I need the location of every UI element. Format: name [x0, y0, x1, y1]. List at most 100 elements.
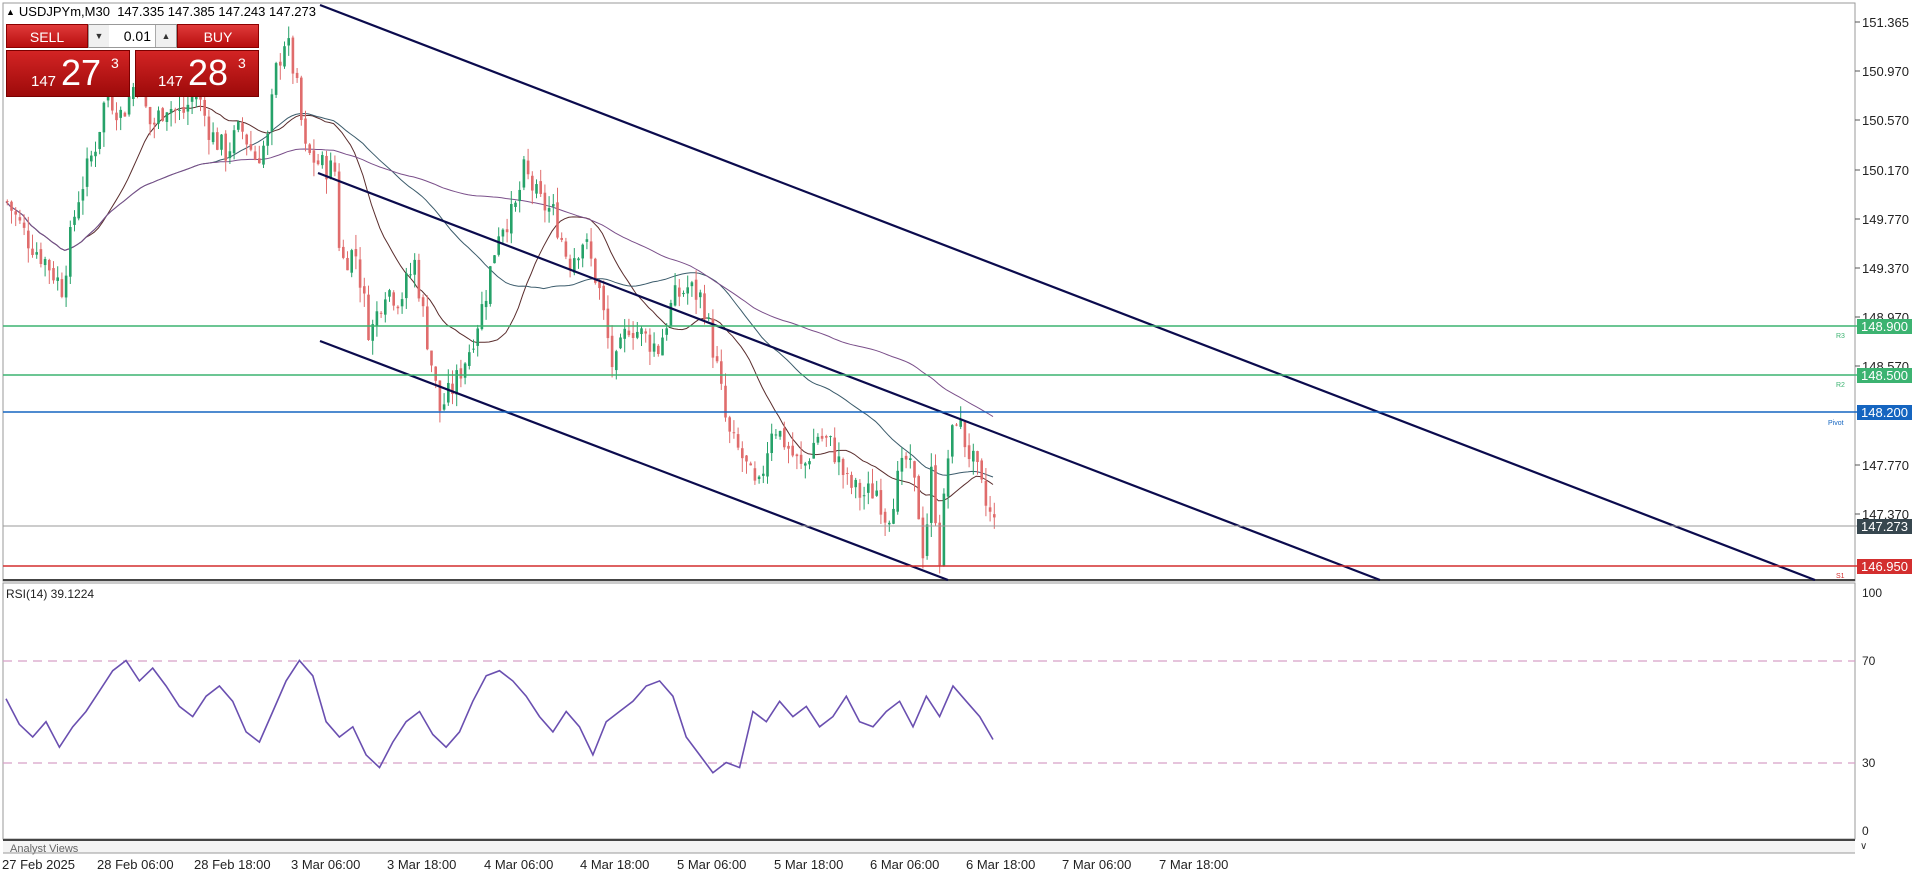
candle-body	[241, 123, 244, 132]
collapse-triangle-icon[interactable]: ▲	[6, 7, 15, 17]
x-tick: 6 Mar 18:00	[966, 857, 1035, 872]
candle-body	[652, 343, 656, 352]
candle-body	[300, 77, 303, 120]
candle-body	[203, 99, 206, 116]
candle-body	[405, 273, 408, 299]
candle-body	[703, 293, 706, 320]
candle-body	[186, 104, 190, 112]
time-axis[interactable]: 27 Feb 2025 28 Feb 06:00 28 Feb 18:00 3 …	[2, 852, 1855, 872]
symbol-header: ▲ USDJPYm,M30 147.335 147.385 147.243 147…	[6, 4, 316, 19]
ask-big-digits: 28	[188, 52, 229, 93]
candle-body	[938, 522, 941, 566]
candle-body	[253, 151, 257, 160]
candle-body	[337, 171, 341, 248]
candle-body	[379, 312, 383, 314]
candle-body	[993, 514, 996, 518]
candle-body	[367, 294, 370, 340]
candle-body	[984, 480, 988, 506]
moving-average-line	[5, 105, 994, 502]
candle-body	[350, 250, 353, 273]
candle-body	[342, 246, 345, 258]
candle-body	[329, 160, 332, 179]
candle-body	[35, 252, 38, 255]
price-axis[interactable]: 151.365 150.970 150.570 150.170 149.770 …	[1855, 15, 1909, 522]
candle-body	[501, 229, 505, 237]
candle-body	[678, 287, 681, 297]
candle-body	[434, 366, 437, 381]
candle-body	[522, 159, 526, 188]
candle-body	[921, 517, 925, 559]
rsi-line	[5, 659, 994, 774]
candle-body	[484, 300, 488, 308]
candle-body	[720, 361, 723, 384]
ask-price-button[interactable]: 147 28 3	[135, 50, 259, 97]
candle-body	[707, 317, 710, 319]
r2-label: R2	[1836, 382, 1845, 389]
candle-body	[321, 155, 324, 166]
candle-body	[875, 490, 878, 496]
lot-increase-icon[interactable]: ▲	[155, 25, 176, 47]
candle-body	[400, 299, 404, 307]
svg-text:70: 70	[1862, 654, 1876, 668]
candle-body	[766, 453, 769, 477]
candle-body	[623, 328, 626, 339]
candle-body	[552, 204, 555, 207]
candle-body	[190, 96, 194, 102]
candle-body	[10, 201, 13, 211]
candle-body	[539, 181, 542, 194]
candle-body	[207, 116, 211, 140]
rsi-axis: 100 70 30 0	[1862, 586, 1882, 838]
channel-upper-line[interactable]	[319, 3, 1816, 582]
x-tick: 28 Feb 18:00	[194, 857, 271, 872]
candle-body	[825, 436, 828, 438]
lot-size-control: ▼ ▲	[88, 24, 177, 48]
candle-body	[127, 96, 131, 115]
candle-body	[489, 266, 492, 304]
moving-average-line	[5, 148, 994, 418]
candle-body	[602, 285, 605, 311]
y-tick: 149.370	[1862, 261, 1909, 276]
candle-body	[98, 131, 101, 149]
candle-body	[833, 437, 836, 463]
candle-body	[972, 450, 975, 462]
channel-middle-line[interactable]	[317, 171, 1381, 582]
candle-body	[228, 151, 232, 159]
bid-big-digits: 27	[61, 52, 102, 93]
candle-body	[354, 249, 358, 257]
candle-body	[850, 474, 853, 488]
bid-price-button[interactable]: 147 27 3	[6, 50, 130, 97]
s1-label: S1	[1836, 573, 1845, 580]
lot-size-input[interactable]	[109, 25, 156, 47]
candle-body	[690, 282, 694, 287]
candle-body	[514, 202, 517, 207]
current-price-tag: 147.273	[1857, 519, 1912, 534]
candle-body	[615, 351, 618, 371]
candle-body	[883, 511, 887, 523]
candle-body	[631, 333, 635, 338]
candle-body	[31, 248, 34, 255]
trading-chart[interactable]: R3 R2 Pivot S1 151.365 150.970 150.570 1…	[0, 0, 1916, 874]
lot-decrease-icon[interactable]: ▼	[89, 25, 110, 47]
candle-body	[417, 259, 421, 299]
candle-body	[917, 476, 920, 520]
candle-body	[510, 204, 513, 234]
candle-body	[27, 230, 30, 249]
candle-body	[640, 328, 643, 335]
scroll-down-icon[interactable]: ∨	[1860, 841, 1867, 852]
candle-body	[274, 63, 278, 95]
candle-body	[476, 328, 479, 346]
candle-body	[174, 109, 177, 111]
candle-body	[963, 421, 967, 448]
channel-lower-line[interactable]	[319, 339, 949, 582]
candle-body	[333, 162, 337, 172]
x-tick: 7 Mar 18:00	[1159, 857, 1228, 872]
analyst-views-bar[interactable]	[3, 841, 1855, 853]
candle-body	[778, 430, 782, 437]
candle-body	[951, 425, 954, 457]
candle-body	[497, 236, 500, 255]
sell-button[interactable]: SELL	[6, 24, 88, 48]
candle-body	[837, 456, 841, 463]
y-tick: 147.770	[1862, 458, 1909, 473]
buy-button[interactable]: BUY	[177, 24, 259, 48]
candle-body	[178, 109, 181, 111]
